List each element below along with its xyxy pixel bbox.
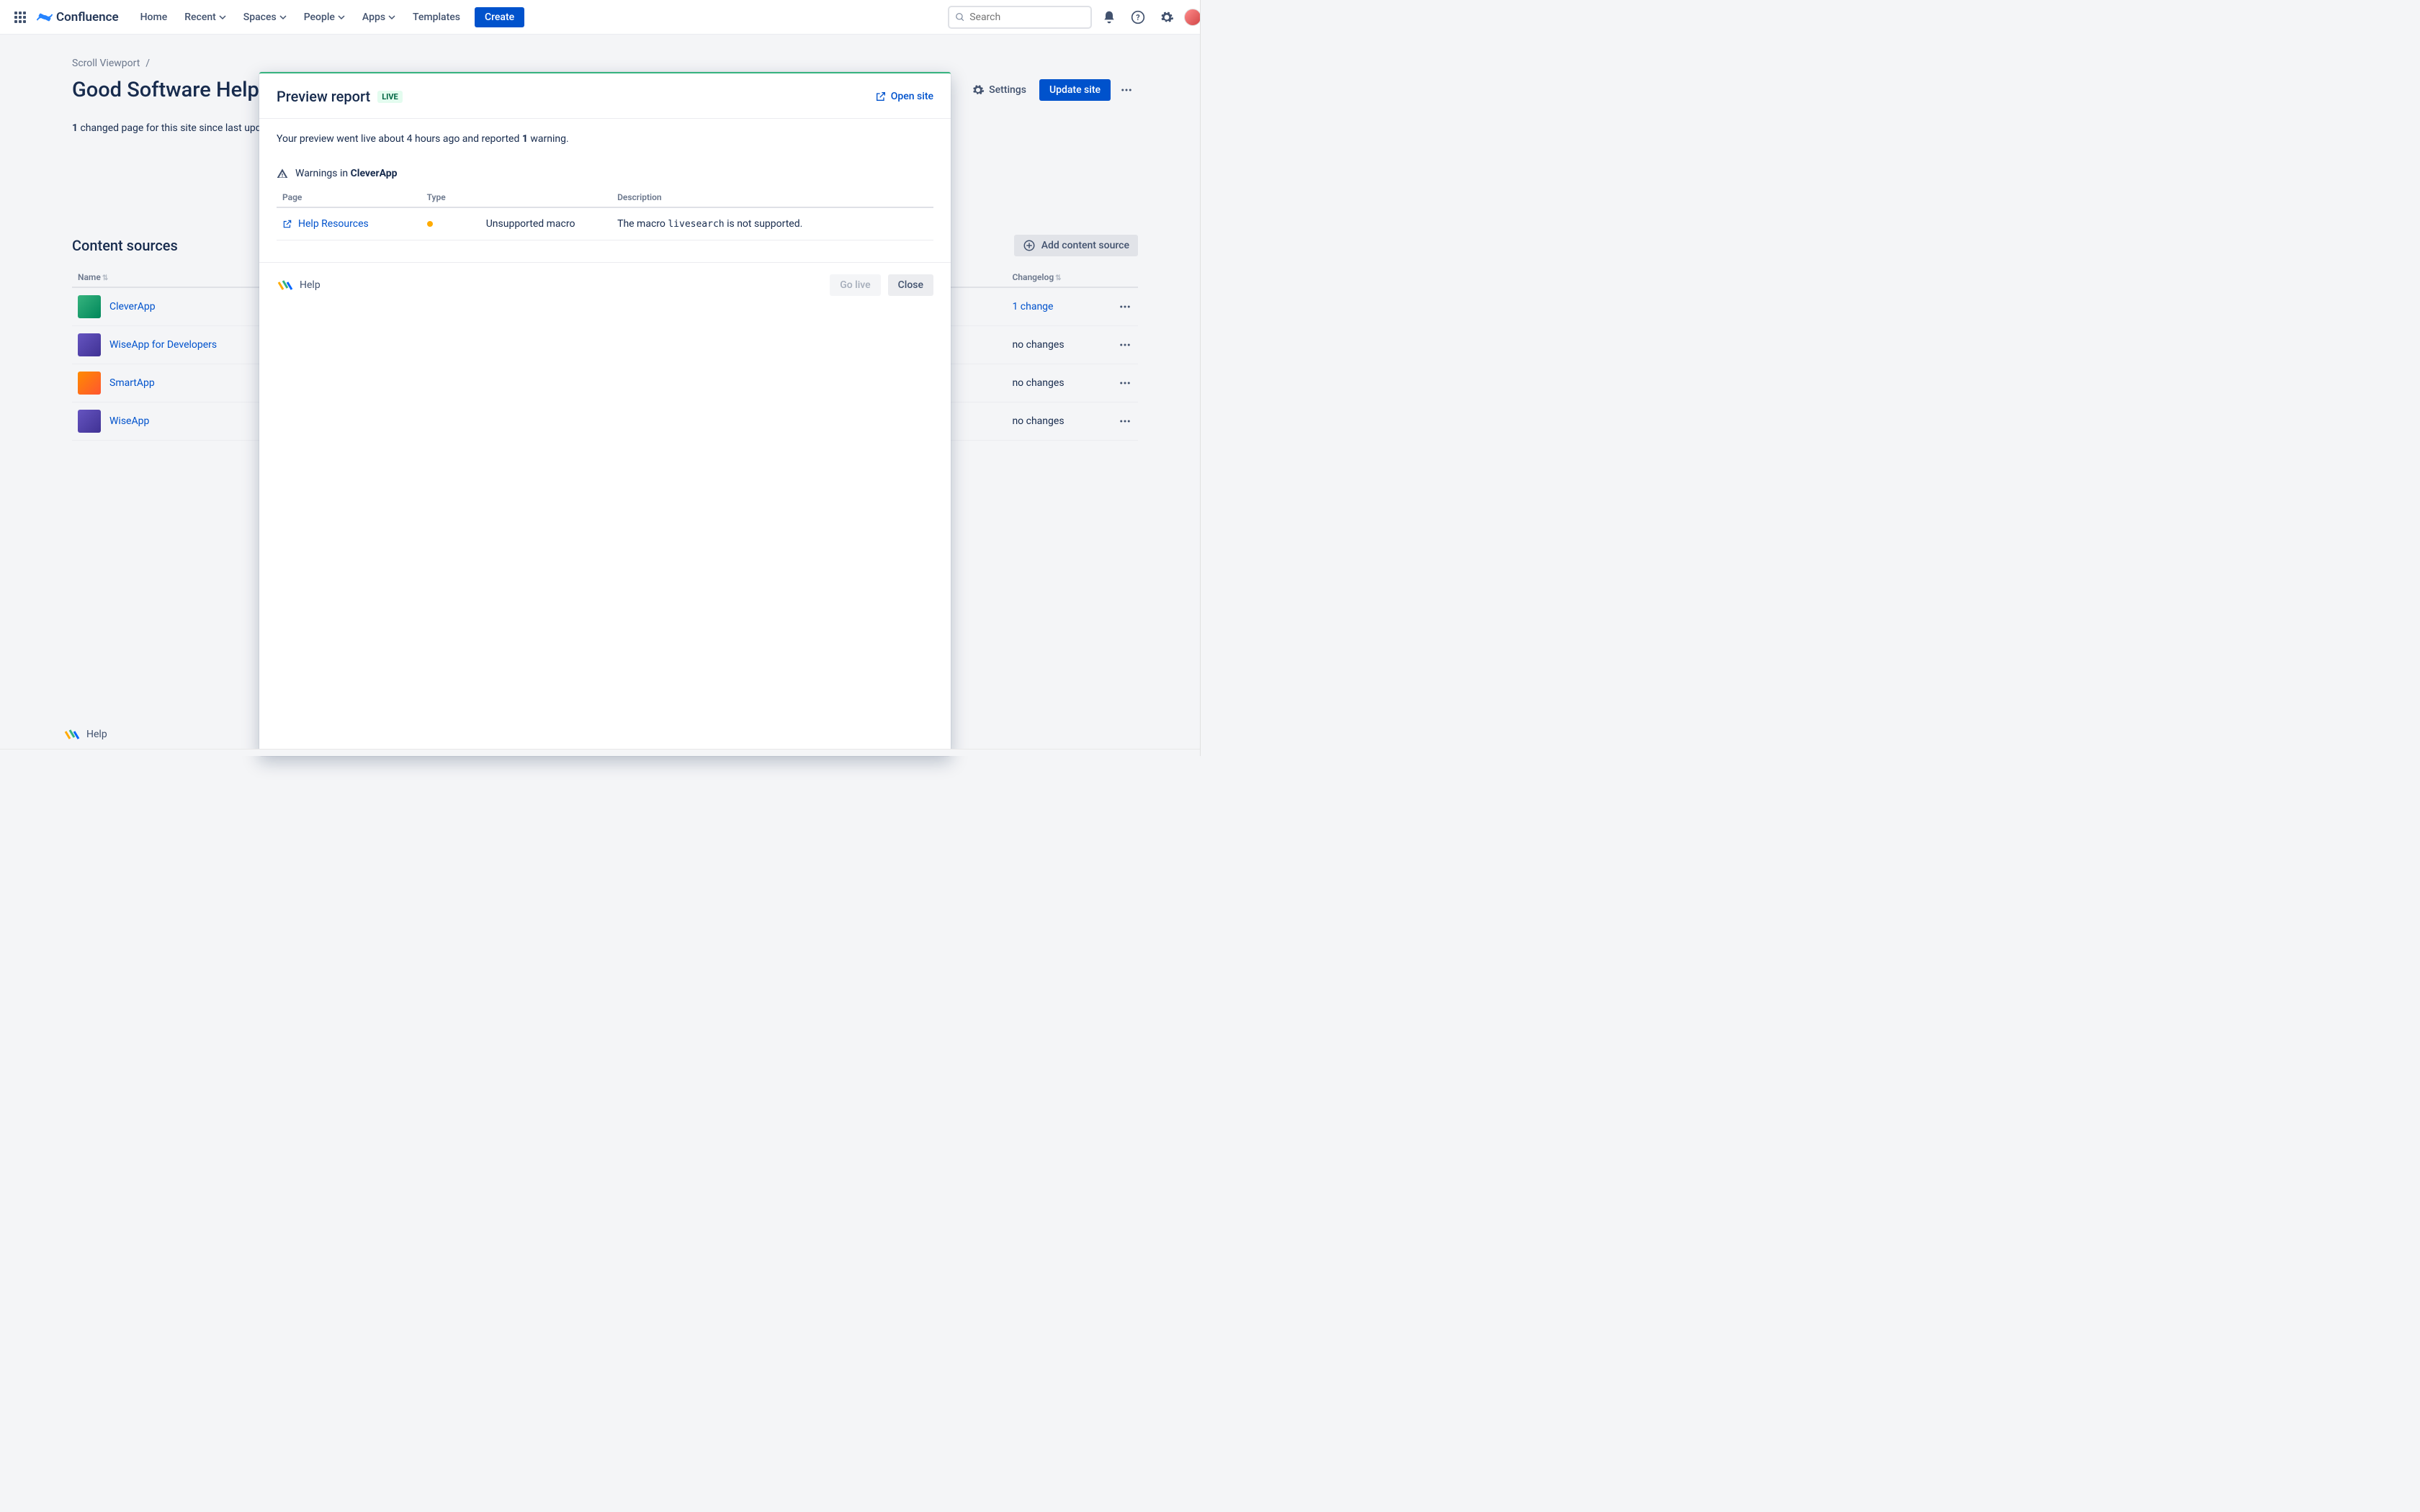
update-site-button[interactable]: Update site: [1039, 79, 1111, 101]
chevron-down-icon: [219, 14, 226, 21]
go-live-button: Go live: [830, 274, 880, 296]
gear-icon: [972, 84, 985, 96]
more-horizontal-icon: [1119, 415, 1131, 428]
vertical-scrollbar[interactable]: [1200, 0, 1210, 756]
row-more-button[interactable]: [1118, 338, 1132, 351]
notifications-icon[interactable]: [1098, 6, 1121, 29]
more-horizontal-icon: [1119, 377, 1131, 390]
viewport-help-icon: [63, 726, 81, 743]
page-help-link[interactable]: Help: [63, 726, 107, 743]
help-icon[interactable]: ?: [1126, 6, 1150, 29]
source-icon: [78, 410, 101, 433]
app-switcher-icon[interactable]: [9, 6, 32, 29]
svg-text:?: ?: [1136, 13, 1139, 22]
brand-name: Confluence: [56, 10, 119, 24]
nav-recent[interactable]: Recent: [177, 7, 233, 27]
nav-spaces[interactable]: Spaces: [236, 7, 294, 27]
row-more-button[interactable]: [1118, 377, 1132, 390]
source-name-link[interactable]: CleverApp: [109, 301, 156, 312]
source-icon: [78, 333, 101, 356]
source-name-link[interactable]: SmartApp: [109, 377, 155, 389]
more-button[interactable]: [1115, 79, 1138, 101]
source-icon: [78, 372, 101, 395]
modal-title: Preview report: [277, 88, 370, 105]
external-link-icon: [282, 219, 292, 229]
open-site-link[interactable]: Open site: [875, 91, 933, 102]
settings-button[interactable]: Settings: [963, 79, 1035, 101]
breadcrumb: Scroll Viewport /: [72, 58, 1138, 69]
warning-icon: [277, 168, 288, 179]
warn-col-type: Type: [421, 188, 480, 207]
warnings-heading: Warnings in CleverApp: [277, 168, 933, 179]
external-link-icon: [875, 91, 887, 102]
warning-description: The macro livesearch is not supported.: [611, 207, 933, 240]
search-input[interactable]: [948, 6, 1092, 29]
chevron-down-icon: [279, 14, 287, 21]
preview-report-modal: Preview report LIVE Open site Your previ…: [259, 72, 951, 756]
more-horizontal-icon: [1120, 84, 1133, 96]
confluence-mark-icon: [36, 9, 53, 26]
changelog-text: no changes: [1012, 339, 1064, 351]
avatar[interactable]: [1184, 9, 1201, 26]
horizontal-scrollbar[interactable]: [0, 749, 1200, 756]
plus-circle-icon: [1023, 239, 1036, 252]
nav-apps[interactable]: Apps: [355, 7, 403, 27]
col-changelog[interactable]: Changelog⇅: [1006, 266, 1112, 287]
modal-help-link[interactable]: Help: [277, 276, 321, 294]
changelog-link[interactable]: 1 change: [1012, 301, 1053, 312]
source-icon: [78, 295, 101, 318]
confluence-logo[interactable]: Confluence: [36, 9, 119, 26]
more-horizontal-icon: [1119, 300, 1131, 313]
row-more-button[interactable]: [1118, 300, 1132, 313]
nav-templates[interactable]: Templates: [405, 7, 467, 27]
warning-page-link[interactable]: Help Resources: [282, 218, 416, 230]
warn-col-desc: Description: [611, 188, 933, 207]
top-nav: Confluence Home Recent Spaces People App…: [0, 0, 1210, 35]
nav-home[interactable]: Home: [133, 7, 175, 27]
warnings-table: Page Type Description Help Resources: [277, 188, 933, 240]
row-more-button[interactable]: [1118, 415, 1132, 428]
settings-icon[interactable]: [1155, 6, 1178, 29]
changelog-text: no changes: [1012, 415, 1064, 427]
source-name-link[interactable]: WiseApp: [109, 415, 149, 427]
close-button[interactable]: Close: [888, 274, 933, 296]
viewport-help-icon: [277, 276, 294, 294]
chevron-down-icon: [338, 14, 345, 21]
preview-message: Your preview went live about 4 hours ago…: [277, 133, 933, 145]
warning-type: Unsupported macro: [480, 207, 611, 240]
search-icon: [955, 12, 965, 23]
warning-row: Help Resources Unsupported macro The mac…: [277, 207, 933, 240]
chevron-down-icon: [388, 14, 395, 21]
nav-people[interactable]: People: [297, 7, 352, 27]
warn-col-page: Page: [277, 188, 421, 207]
add-content-source-button[interactable]: Add content source: [1014, 235, 1138, 256]
warning-dot-icon: [427, 221, 433, 227]
live-lozenge: LIVE: [377, 91, 403, 103]
breadcrumb-root[interactable]: Scroll Viewport: [72, 58, 140, 69]
more-horizontal-icon: [1119, 338, 1131, 351]
changelog-text: no changes: [1012, 377, 1064, 389]
content-sources-heading: Content sources: [72, 237, 178, 254]
source-name-link[interactable]: WiseApp for Developers: [109, 339, 217, 351]
create-button[interactable]: Create: [475, 7, 524, 27]
